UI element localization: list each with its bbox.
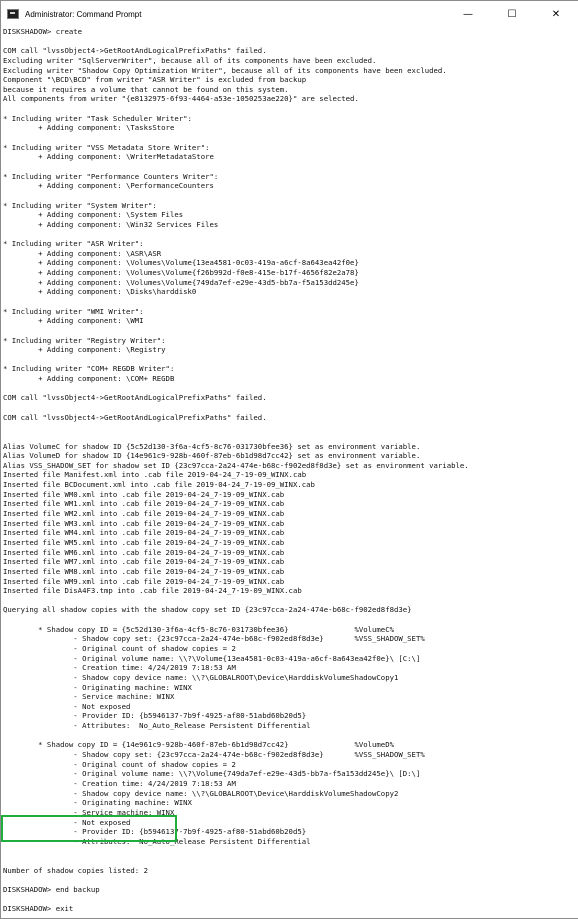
command-prompt-window: Administrator: Command Prompt — ☐ ✕ DISK… — [0, 0, 578, 919]
command-prompt-icon — [7, 9, 19, 19]
console-line: * Including writer "Performance Counters… — [3, 171, 219, 181]
console-line: * Including writer "WMI Writer": — [3, 306, 144, 316]
console-line: Inserted file WM1.xml into .cab file 201… — [3, 499, 285, 509]
console-line: - Not exposed — [3, 701, 131, 711]
console-line: + Adding component: \Win32 Services File… — [3, 219, 219, 229]
console-line: - Original count of shadow copies = 2 — [3, 644, 236, 653]
console-line: * Including writer "Task Scheduler Write… — [3, 113, 192, 123]
console-line: + Adding component: \PerformanceCounters — [3, 181, 214, 191]
console-line: Alias VolumeC for shadow ID {5c52d130-3f… — [3, 441, 421, 451]
console-line: Number of shadow copies listed: 2 — [3, 865, 148, 875]
console-line: Component "\BCD\BCD" from writer "ASR Wr… — [3, 75, 307, 85]
console-line: COM call "lvssObject4->GetRootAndLogical… — [3, 393, 267, 403]
console-line: - Original count of shadow copies = 2 — [3, 759, 236, 769]
console-line: COM call "lvssObject4->GetRootAndLogical… — [3, 412, 267, 422]
console-line: Inserted file WM8.xml into .cab file 201… — [3, 566, 285, 576]
console-line: Excluding writer "Shadow Copy Optimizati… — [3, 65, 447, 75]
console-line: * Including writer "ASR Writer": — [3, 239, 144, 249]
highlight-box — [1, 815, 177, 842]
console-line: + Adding component: \Volumes\Volume{749d… — [3, 277, 359, 287]
console-line: + Adding component: \WMI — [3, 316, 144, 326]
console-line: - Shadow copy set: {23c97cca-2a24-474e-b… — [3, 750, 425, 760]
window-title: Administrator: Command Prompt — [25, 9, 142, 19]
console-line: Querying all shadow copies with the shad… — [3, 605, 412, 615]
console-line: + Adding component: \WriterMetadataStore — [3, 152, 214, 162]
console-line: Inserted file BCDocument.xml into .cab f… — [3, 480, 315, 490]
console-line: Inserted file WM9.xml into .cab file 201… — [3, 576, 285, 586]
console-line: + Adding component: \TasksStore — [3, 123, 175, 133]
console-line: * Shadow copy ID = {5c52d130-3f6a-4cf5-8… — [3, 624, 394, 634]
console-line: - Originating machine: WINX — [3, 798, 192, 808]
console-line: - Shadow copy device name: \\?\GLOBALROO… — [3, 672, 399, 682]
console-line: * Shadow copy ID = {14e961c9-928b-460f-8… — [3, 740, 394, 750]
console-line: + Adding component: \Volumes\Volume{13ea… — [3, 258, 359, 268]
console-line: + Adding component: \ASR\ASR — [3, 248, 162, 258]
console-line: Inserted file WM2.xml into .cab file 201… — [3, 509, 285, 519]
console-line: DISKSHADOW> create — [3, 27, 83, 36]
console-line: + Adding component: \Disks\harddisk0 — [3, 287, 197, 297]
console-line: - Attributes: No_Auto_Release Persistent… — [3, 721, 311, 731]
close-button[interactable]: ✕ — [534, 1, 578, 27]
maximize-button[interactable]: ☐ — [490, 1, 534, 27]
console-line: DISKSHADOW> end backup — [3, 885, 100, 895]
console-line: Inserted file WM6.xml into .cab file 201… — [3, 547, 285, 557]
console-line: Inserted file WM0.xml into .cab file 201… — [3, 489, 285, 499]
console-line: Inserted file WM4.xml into .cab file 201… — [3, 528, 285, 538]
console-line: - Shadow copy device name: \\?\GLOBALROO… — [3, 788, 399, 798]
console-line: + Adding component: \COM+ REGDB — [3, 374, 175, 384]
console-line: - Originating machine: WINX — [3, 682, 192, 692]
console-line: because it requires a volume that cannot… — [3, 84, 289, 94]
console-line: + Adding component: \Volumes\Volume{f26b… — [3, 268, 359, 278]
console-line: + Adding component: \System Files — [3, 210, 184, 220]
console-line: COM call "lvssObject4->GetRootAndLogical… — [3, 46, 267, 56]
console-line: Inserted file WM5.xml into .cab file 201… — [3, 537, 285, 547]
console-line: All components from writer "{e8132975-6f… — [3, 94, 359, 104]
window-controls: — ☐ ✕ — [446, 1, 578, 27]
console-line: * Including writer "COM+ REGDB Writer": — [3, 364, 175, 374]
console-line: * Including writer "System Writer": — [3, 200, 157, 210]
console-line: - Shadow copy set: {23c97cca-2a24-474e-b… — [3, 634, 425, 644]
console-line: - Original volume name: \\?\Volume{749da… — [3, 769, 421, 779]
console-line: + Adding component: \Registry — [3, 345, 166, 355]
console-line: DISKSHADOW> exit — [3, 904, 74, 914]
console-line: * Including writer "Registry Writer": — [3, 335, 166, 345]
console-line: Excluding writer "SqlServerWriter", beca… — [3, 55, 377, 65]
console-line: - Original volume name: \\?\Volume{13ea4… — [3, 653, 421, 663]
console-line: Alias VSS_SHADOW_SET for shadow set ID {… — [3, 460, 469, 470]
console-line: Inserted file Manifest.xml into .cab fil… — [3, 470, 307, 480]
console-line: Inserted file DisA4F3.tmp into .cab file… — [3, 586, 302, 596]
console-line: Inserted file WM7.xml into .cab file 201… — [3, 557, 285, 567]
console-line: - Service machine: WINX — [3, 692, 175, 702]
console-line: Inserted file WM3.xml into .cab file 201… — [3, 518, 285, 528]
title-bar[interactable]: Administrator: Command Prompt — ☐ ✕ — [1, 1, 578, 27]
console-line: Alias VolumeD for shadow ID {14e961c9-92… — [3, 451, 421, 461]
console-line: - Creation time: 4/24/2019 7:18:53 AM — [3, 778, 236, 788]
console-output[interactable]: DISKSHADOW> create COM call "lvssObject4-… — [1, 27, 578, 918]
console-line: - Creation time: 4/24/2019 7:18:53 AM — [3, 663, 236, 673]
console-line: * Including writer "VSS Metadata Store W… — [3, 142, 210, 152]
minimize-button[interactable]: — — [446, 1, 490, 27]
console-line: - Provider ID: {b5946137-7b9f-4925-af80-… — [3, 711, 307, 721]
